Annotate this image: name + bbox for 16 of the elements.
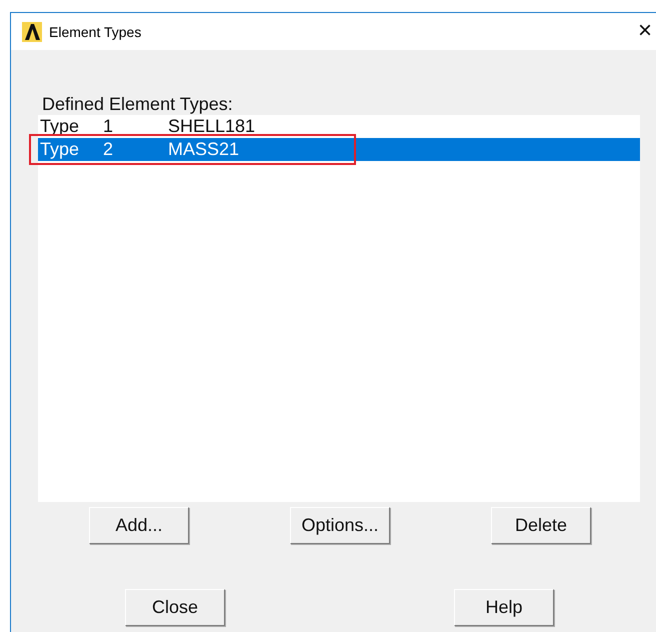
element-name: SHELL181 — [168, 116, 256, 137]
dialog-button[interactable]: Options... — [290, 507, 390, 544]
type-label: Type — [40, 139, 80, 160]
type-number: 2 — [103, 139, 114, 160]
list-row[interactable]: Type 1 SHELL181 — [38, 115, 640, 138]
type-label: Type — [40, 116, 80, 137]
type-number: 1 — [103, 116, 114, 137]
dialog-button[interactable]: Add... — [89, 507, 189, 544]
dialog-button[interactable]: Close — [125, 589, 225, 626]
close-icon[interactable]: × — [638, 19, 652, 43]
logo-icon — [22, 22, 42, 42]
dialog-button[interactable]: Help — [454, 589, 554, 626]
dialog-button[interactable]: Delete — [491, 507, 591, 544]
list-label: Defined Element Types: — [41, 93, 234, 115]
window-title: Element Types — [49, 24, 142, 40]
element-name: MASS21 — [168, 139, 240, 160]
